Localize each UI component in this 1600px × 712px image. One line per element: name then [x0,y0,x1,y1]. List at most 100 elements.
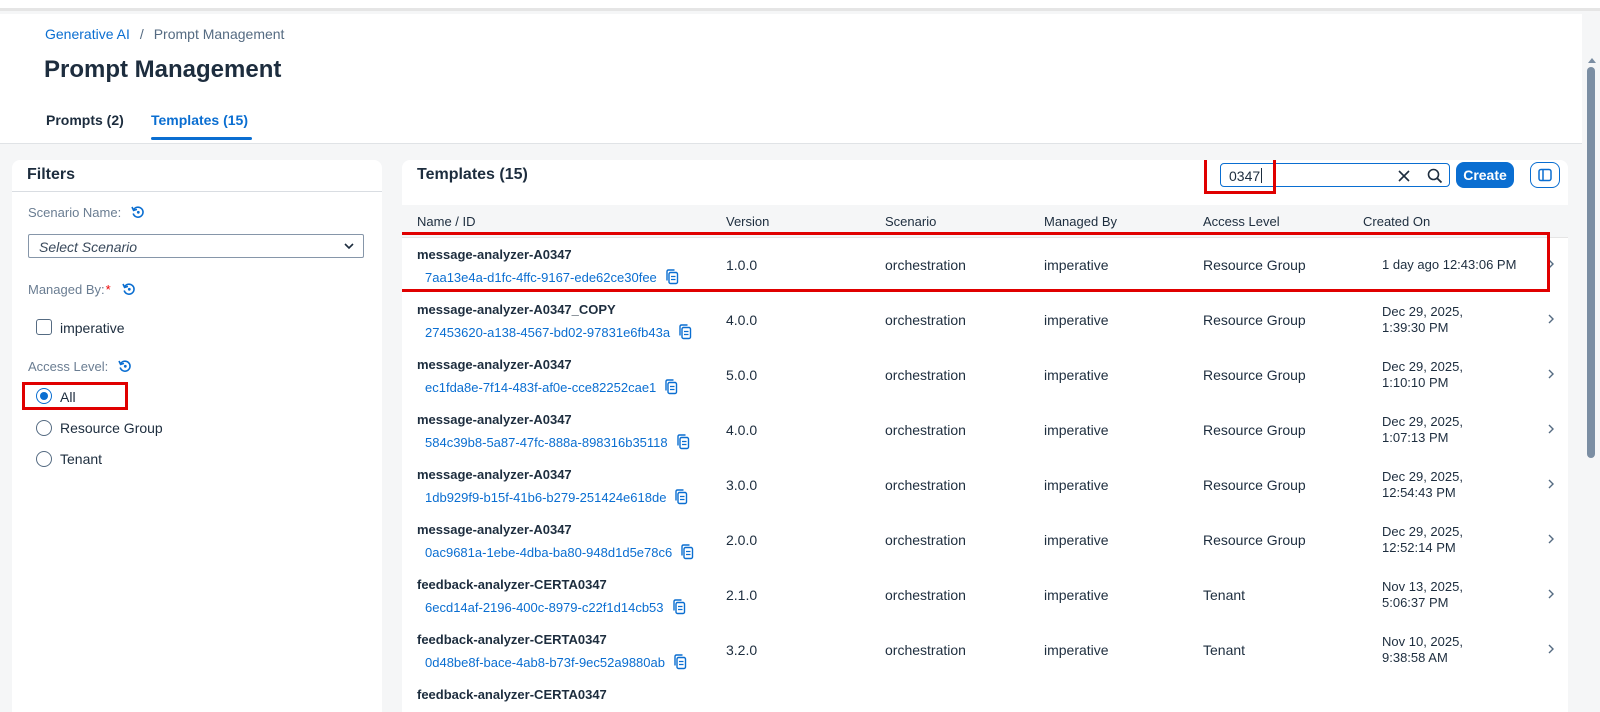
template-id-link[interactable]: 1db929f9-b15f-41b6-b279-251424e618de [425,489,688,505]
version-cell: 3.0.0 [726,477,758,493]
access-level-cell: Resource Group [1203,312,1306,328]
access-level-cell: Tenant [1203,587,1246,603]
version-cell: 3.2.0 [726,642,758,658]
copy-icon[interactable] [678,324,692,340]
copy-icon[interactable] [664,379,678,395]
created-on-cell: Dec 29, 2025, 12:54:43 PM [1382,469,1463,500]
divider [12,191,382,192]
scrollbar-thumb[interactable] [1587,67,1595,458]
template-id-link[interactable]: 0d48be8f-bace-4ab8-b73f-9ec52a9880ab [425,654,687,670]
reset-icon[interactable] [130,204,146,220]
scenario-placeholder: Select Scenario [39,239,138,255]
reset-icon[interactable] [121,281,137,297]
version-cell: 4.0.0 [726,422,758,438]
close-icon[interactable] [1397,169,1411,183]
copy-icon[interactable] [674,489,688,505]
access-resource-group-radio[interactable] [36,420,52,436]
column-header-name: Name / ID [417,214,476,229]
required-marker: * [105,282,111,297]
scenario-cell: orchestration [885,477,966,493]
scenario-select[interactable]: Select Scenario [28,234,364,258]
scenario-cell: orchestration [885,422,966,438]
template-id-link[interactable]: 0ac9681a-1ebe-4dba-ba80-948d1d5e78c6 [425,544,694,560]
filters-title: Filters [27,166,76,183]
chevron-right-icon[interactable] [1546,313,1556,325]
created-on-cell: Dec 29, 2025, 1:07:13 PM [1382,414,1463,445]
access-level-cell: Resource Group [1203,477,1306,493]
managed-by-cell: imperative [1044,422,1109,438]
column-header-managed-by: Managed By [1044,214,1117,229]
chevron-right-icon[interactable] [1546,643,1556,655]
template-id-link[interactable]: 584c39b8-5a87-47fc-888a-898316b35118 [425,434,690,450]
scenario-cell: orchestration [885,532,966,548]
templates-title: Templates (15) [417,166,528,183]
table-row[interactable]: message-analyzer-A0347_COPY 27453620-a13… [402,293,1568,349]
scenario-cell: orchestration [885,367,966,383]
template-id-link[interactable]: ec1fda8e-7f14-483f-af0e-cce82252cae1 [425,379,678,395]
copy-icon[interactable] [676,434,690,450]
template-name: message-analyzer-A0347 [417,412,572,427]
breadcrumb-generative-ai-link[interactable]: Generative AI [45,26,130,42]
created-on-cell: Nov 13, 2025, 5:06:37 PM [1382,579,1463,610]
column-header-version: Version [726,214,770,229]
created-on-cell: Nov 10, 2025, 9:38:58 AM [1382,634,1463,665]
chevron-right-icon[interactable] [1546,588,1556,600]
chevron-right-icon[interactable] [1546,478,1556,490]
created-on-cell: Dec 29, 2025, 12:52:14 PM [1382,524,1463,555]
version-cell: 2.1.0 [726,587,758,603]
create-button[interactable]: Create [1456,162,1514,188]
created-on-cell: Dec 29, 2025, 1:39:30 PM [1382,304,1463,335]
template-name: message-analyzer-A0347 [417,467,572,482]
access-level-cell: Resource Group [1203,367,1306,383]
page-title: Prompt Management [44,56,282,83]
version-cell: 5.0.0 [726,367,758,383]
imperative-checkbox-label[interactable]: imperative [60,320,125,336]
access-tenant-label[interactable]: Tenant [60,451,102,467]
table-row[interactable]: feedback-analyzer-CERTA0347 [402,678,1568,712]
scenario-cell: orchestration [885,587,966,603]
column-header-access-level: Access Level [1203,214,1280,229]
chevron-right-icon[interactable] [1546,423,1556,435]
managed-by-cell: imperative [1044,587,1109,603]
version-cell: 4.0.0 [726,312,758,328]
scroll-up-arrow-icon[interactable] [1587,56,1597,64]
copy-icon[interactable] [673,654,687,670]
copy-icon[interactable] [672,599,686,615]
access-tenant-radio[interactable] [36,451,52,467]
table-row[interactable]: feedback-analyzer-CERTA0347 6ecd14af-219… [402,568,1568,624]
access-resource-group-label[interactable]: Resource Group [60,420,163,436]
template-id-link[interactable]: 27453620-a138-4567-bd02-97831e6fb43a [425,324,692,340]
tab-prompts[interactable]: Prompts (2) [46,112,124,128]
filters-panel: Filters Scenario Name: Select Scenario M… [12,160,382,712]
top-bar [0,0,1600,11]
template-name: feedback-analyzer-CERTA0347 [417,632,607,647]
version-cell: 2.0.0 [726,532,758,548]
breadcrumb: Generative AI / Prompt Management [45,26,284,42]
table-row[interactable]: message-analyzer-A0347 0ac9681a-1ebe-4db… [402,513,1568,569]
column-header-created-on: Created On [1363,214,1431,229]
breadcrumb-separator: / [139,26,144,42]
template-name: feedback-analyzer-CERTA0347 [417,577,607,592]
table-row[interactable]: feedback-analyzer-CERTA0347 0d48be8f-bac… [402,623,1568,679]
scenario-name-label: Scenario Name: [28,205,122,220]
sidebar-toggle-button[interactable] [1530,162,1560,188]
table-row[interactable]: message-analyzer-A0347 584c39b8-5a87-47f… [402,403,1568,459]
tab-templates[interactable]: Templates (15) [151,112,248,128]
template-name: feedback-analyzer-CERTA0347 [417,687,607,702]
managed-by-cell: imperative [1044,312,1109,328]
reset-icon[interactable] [117,358,133,374]
table-row[interactable]: message-analyzer-A0347 1db929f9-b15f-41b… [402,458,1568,514]
template-id-link[interactable]: 6ecd14af-2196-400c-8979-c22f1d14cb53 [425,599,686,615]
table-row[interactable]: message-analyzer-A0347 ec1fda8e-7f14-483… [402,348,1568,404]
template-name: message-analyzer-A0347_COPY [417,302,616,317]
page-header: Generative AI / Prompt Management Prompt M… [0,14,1582,144]
chevron-right-icon[interactable] [1546,368,1556,380]
search-icon[interactable] [1427,168,1443,184]
access-level-label: Access Level: [28,359,109,374]
chevron-right-icon[interactable] [1546,533,1556,545]
copy-icon[interactable] [680,544,694,560]
highlight-box-search [1204,160,1276,194]
column-header-scenario: Scenario [885,214,937,229]
imperative-checkbox[interactable] [36,319,52,335]
breadcrumb-current: Prompt Management [153,26,285,42]
